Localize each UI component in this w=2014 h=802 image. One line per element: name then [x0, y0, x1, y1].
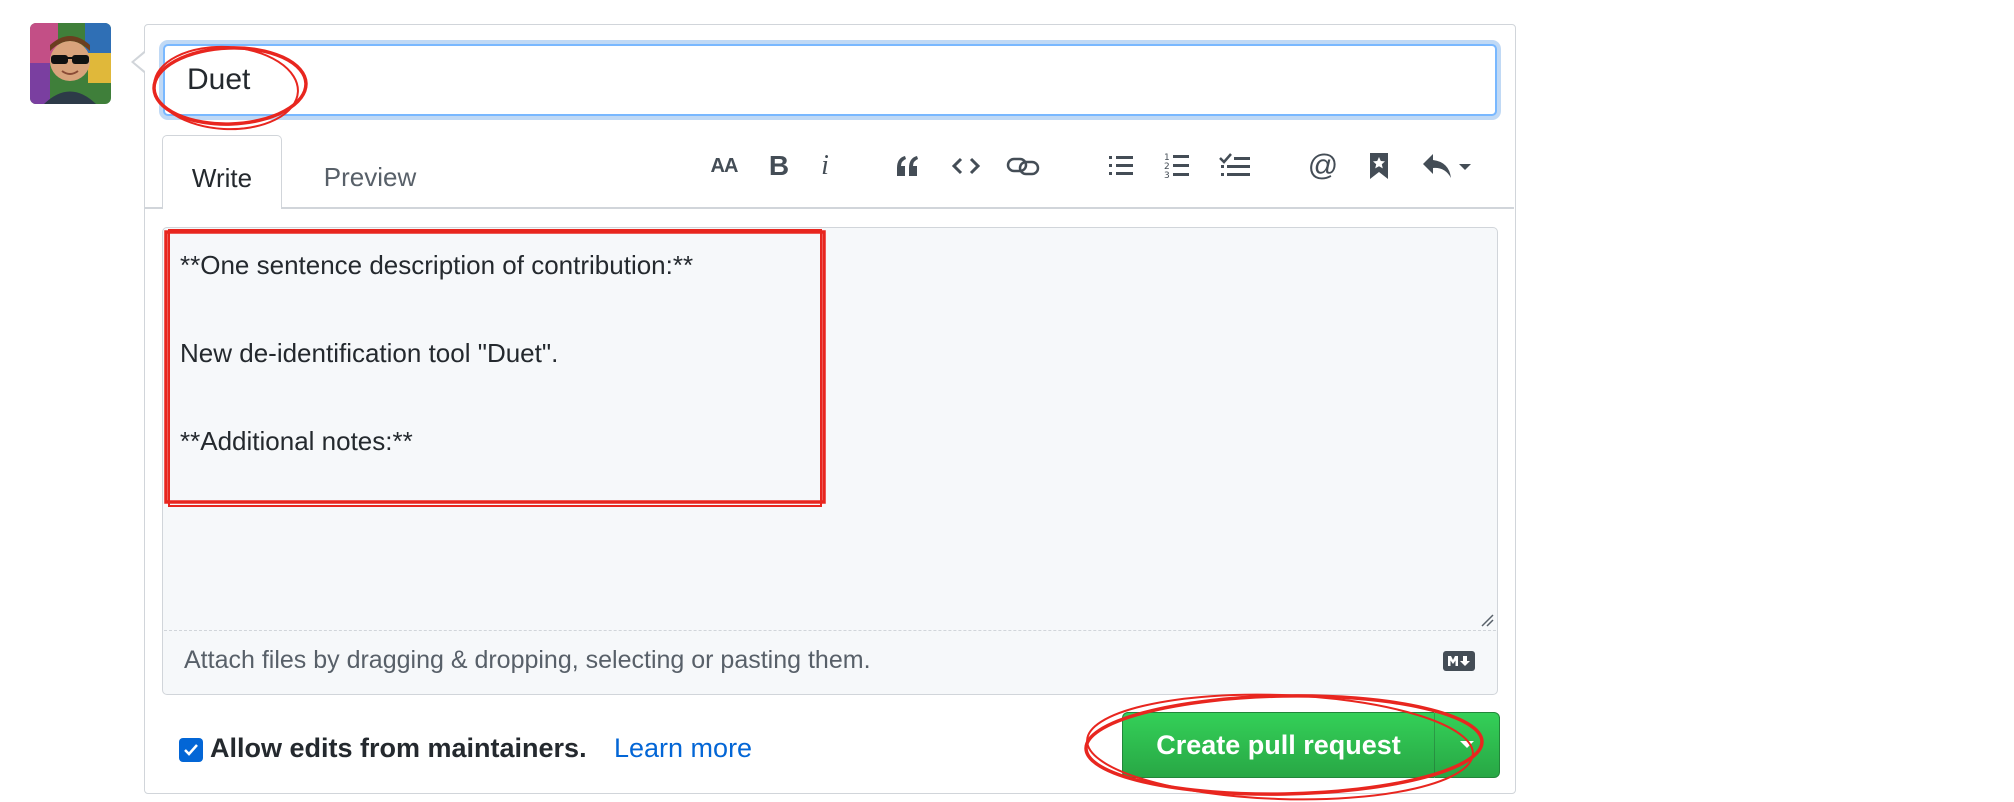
code-icon[interactable]	[948, 143, 984, 189]
chevron-down-icon	[1460, 741, 1474, 748]
link-icon[interactable]	[1004, 143, 1042, 189]
attach-files-hint[interactable]: Attach files by dragging & dropping, sel…	[184, 646, 871, 675]
allow-edits-label: Allow edits from maintainers.	[210, 733, 587, 763]
bold-glyph: B	[768, 150, 790, 181]
italic-glyph: i	[821, 150, 829, 181]
reply-icon[interactable]	[1420, 143, 1476, 189]
title-input[interactable]	[163, 44, 1497, 116]
markdown-icon[interactable]	[1443, 651, 1475, 671]
mention-glyph: @	[1307, 149, 1339, 182]
header-icon[interactable]: AA	[700, 143, 748, 189]
create-options-dropdown[interactable]	[1434, 712, 1500, 778]
svg-text:3: 3	[1164, 171, 1170, 181]
dropzone-divider	[164, 630, 1496, 631]
mention-icon[interactable]: @	[1306, 143, 1340, 189]
learn-more-link[interactable]: Learn more	[614, 733, 752, 764]
reference-icon[interactable]	[1364, 143, 1394, 189]
body-line: **One sentence description of contributi…	[180, 250, 694, 280]
unordered-list-icon[interactable]	[1104, 143, 1138, 189]
quote-icon[interactable]	[890, 143, 924, 189]
body-textarea[interactable]	[162, 227, 1498, 695]
user-avatar[interactable]	[30, 23, 111, 104]
header-glyph: AA	[710, 154, 739, 177]
create-pull-request-button[interactable]: Create pull request	[1122, 712, 1434, 778]
box-pointer-inner	[134, 53, 145, 71]
body-line: New de-identification tool "Duet".	[180, 338, 559, 368]
italic-icon[interactable]: i	[814, 143, 836, 189]
task-list-icon[interactable]	[1216, 143, 1254, 189]
ordered-list-icon[interactable]: 123	[1160, 143, 1194, 189]
body-line: **Additional notes:**	[180, 426, 413, 456]
tab-preview[interactable]: Preview	[300, 135, 440, 207]
tab-divider	[145, 207, 1514, 209]
bold-icon[interactable]: B	[764, 143, 794, 189]
resize-handle[interactable]	[1478, 611, 1494, 627]
tab-write[interactable]: Write	[162, 135, 282, 209]
allow-edits-checkbox[interactable]	[179, 738, 203, 762]
